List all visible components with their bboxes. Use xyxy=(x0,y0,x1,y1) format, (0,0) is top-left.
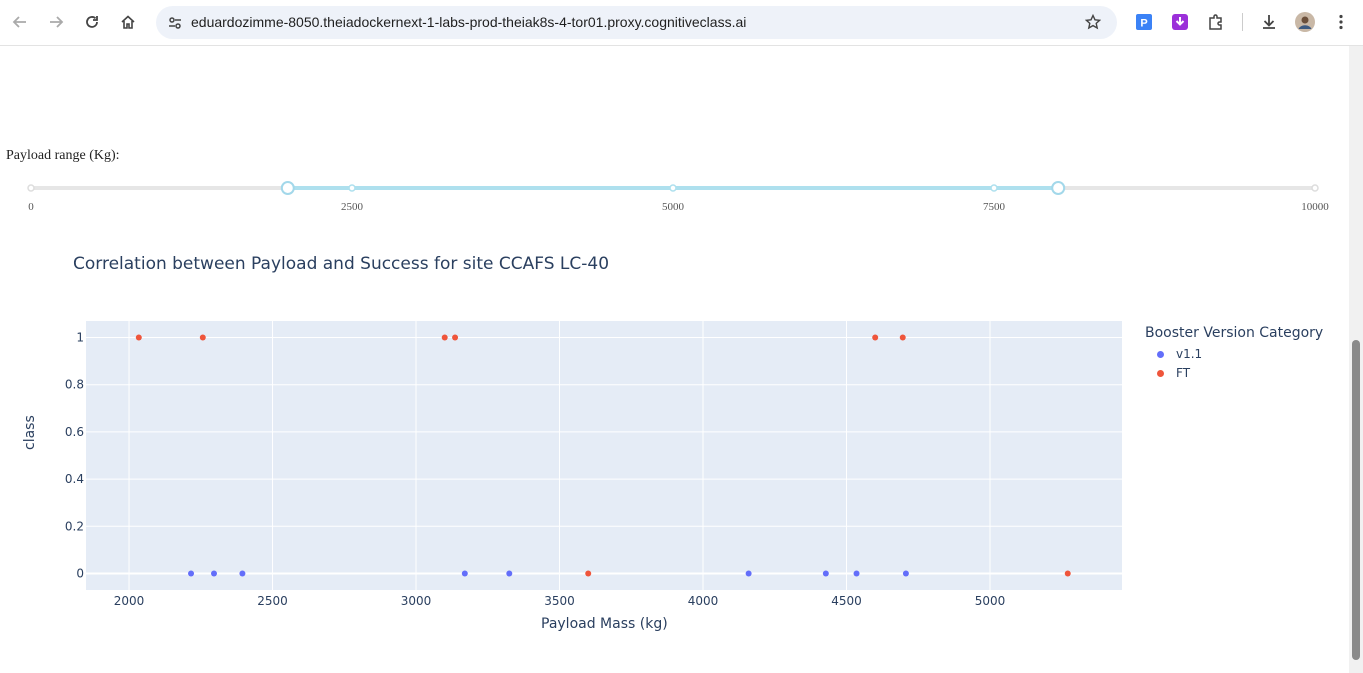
legend-label: v1.1 xyxy=(1176,347,1203,361)
downloads-icon[interactable] xyxy=(1258,11,1280,33)
x-tick-label: 2500 xyxy=(257,594,288,608)
reload-button[interactable] xyxy=(78,8,106,36)
data-point-v11[interactable] xyxy=(822,570,829,577)
data-point-FT[interactable] xyxy=(585,570,592,577)
extension-p-icon[interactable]: P xyxy=(1133,11,1155,33)
legend-marker xyxy=(1157,351,1164,358)
profile-avatar[interactable] xyxy=(1294,11,1316,33)
data-point-FT[interactable] xyxy=(441,334,448,341)
data-point-v11[interactable] xyxy=(506,570,513,577)
url-text: eduardozimme-8050.theiadockernext-1-labs… xyxy=(191,14,747,30)
x-axis-title: Payload Mass (kg) xyxy=(541,616,668,632)
data-point-v11[interactable] xyxy=(461,570,468,577)
x-tick-label: 4500 xyxy=(831,594,862,608)
home-icon xyxy=(121,15,135,29)
extension-download-icon[interactable] xyxy=(1169,11,1191,33)
arrow-right-icon xyxy=(50,16,64,28)
x-tick-label: 3000 xyxy=(401,594,432,608)
y-axis-title: class xyxy=(22,415,38,450)
browser-toolbar: eduardozimme-8050.theiadockernext-1-labs… xyxy=(0,0,1363,46)
extensions-puzzle-icon[interactable] xyxy=(1205,11,1227,33)
data-point-FT[interactable] xyxy=(135,334,142,341)
data-point-v11[interactable] xyxy=(902,570,909,577)
y-tick-label: 1 xyxy=(76,331,84,345)
bookmark-star-icon[interactable] xyxy=(1085,14,1101,30)
home-button[interactable] xyxy=(114,8,142,36)
plot-area xyxy=(86,321,1122,590)
data-point-FT[interactable] xyxy=(199,334,206,341)
scrollbar-thumb[interactable] xyxy=(1352,340,1360,660)
data-point-FT[interactable] xyxy=(872,334,879,341)
scatter-chart: 2000 2500 3000 3500 4000 4500 5000 0 0.2 0.4 0.6 0.… xyxy=(65,321,1122,608)
x-tick-label: 4000 xyxy=(688,594,719,608)
data-point-v11[interactable] xyxy=(745,570,752,577)
data-point-FT[interactable] xyxy=(1064,570,1071,577)
data-point-FT[interactable] xyxy=(899,334,906,341)
page-content: Payload range (Kg): 0 2500 5000 7500 10000 C… xyxy=(0,46,1349,673)
x-tick-label: 2000 xyxy=(114,594,145,608)
legend-title: Booster Version Category xyxy=(1145,325,1324,341)
data-point-v11[interactable] xyxy=(210,570,217,577)
legend-item-ft[interactable]: FT xyxy=(1157,366,1190,380)
legend-item-v11[interactable]: v1.1 xyxy=(1157,347,1202,361)
y-tick-label: 0.6 xyxy=(65,425,84,439)
data-point-FT[interactable] xyxy=(452,334,459,341)
arrow-left-icon xyxy=(12,16,26,28)
legend-label: FT xyxy=(1176,366,1191,380)
svg-text:P: P xyxy=(1140,18,1147,30)
browser-menu-icon[interactable] xyxy=(1330,11,1352,33)
page-scrollbar[interactable] xyxy=(1349,46,1363,673)
forward-button[interactable] xyxy=(42,8,70,36)
y-tick-label: 0.4 xyxy=(65,472,84,486)
back-button[interactable] xyxy=(6,8,34,36)
data-point-v11[interactable] xyxy=(853,570,860,577)
x-tick-label: 5000 xyxy=(975,594,1006,608)
address-bar[interactable]: eduardozimme-8050.theiadockernext-1-labs… xyxy=(156,6,1117,39)
x-tick-label: 3500 xyxy=(544,594,575,608)
reload-icon xyxy=(86,16,98,28)
y-tick-label: 0.8 xyxy=(65,378,84,392)
legend-marker xyxy=(1157,370,1164,377)
toolbar-divider xyxy=(1242,13,1243,31)
data-point-v11[interactable] xyxy=(239,570,246,577)
data-point-v11[interactable] xyxy=(188,570,195,577)
site-settings-icon[interactable] xyxy=(167,15,183,31)
y-tick-label: 0.2 xyxy=(65,519,84,533)
y-tick-label: 0 xyxy=(76,566,84,580)
